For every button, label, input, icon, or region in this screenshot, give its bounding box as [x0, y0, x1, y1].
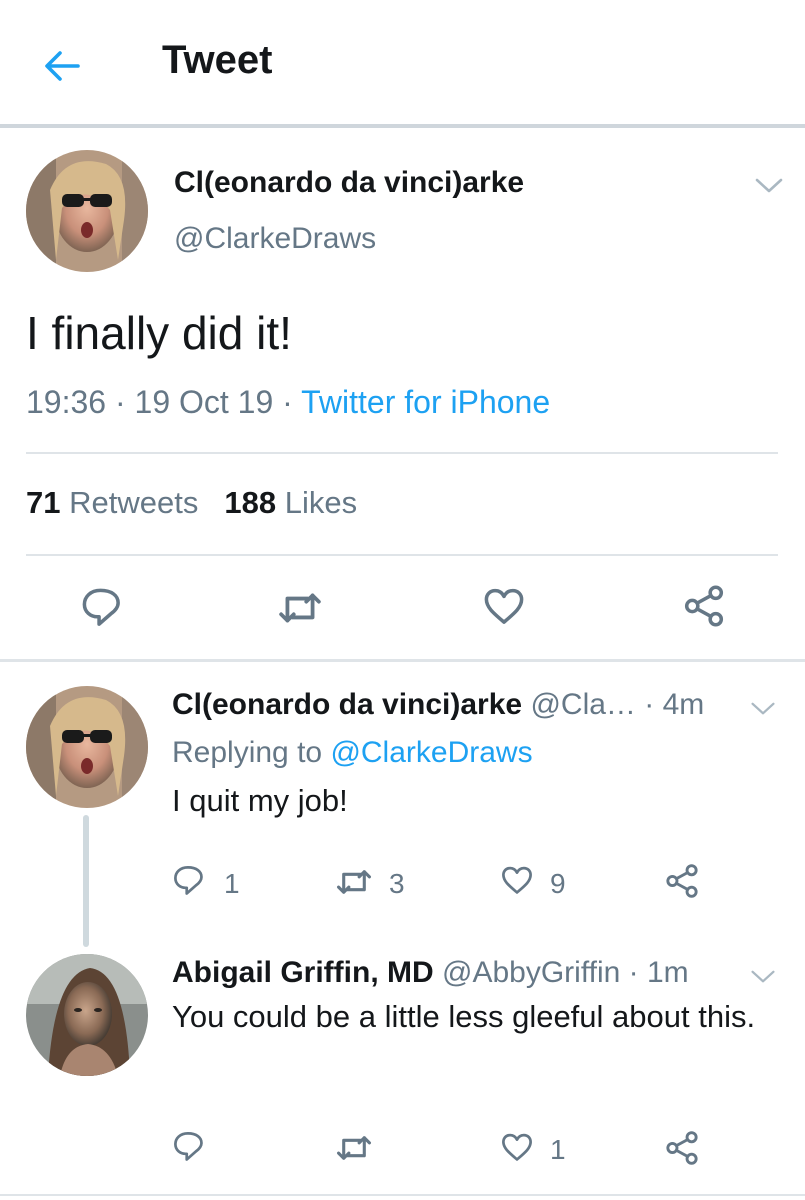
thread-connector: [83, 815, 89, 947]
like-button[interactable]: [482, 584, 526, 628]
reply-button[interactable]: [172, 864, 206, 898]
share-button[interactable]: [664, 863, 700, 899]
like-icon: [484, 588, 524, 624]
retweet-icon: [337, 870, 371, 894]
meta-separator: ·: [106, 384, 135, 420]
more-options-button[interactable]: [754, 176, 784, 196]
retweet-count: 3: [389, 868, 405, 899]
tweet-text: You could be a little less gleeful about…: [172, 999, 756, 1034]
back-arrow-icon: [45, 51, 80, 81]
share-icon: [684, 585, 724, 627]
tweet-text: I finally did it!: [26, 307, 292, 359]
reply-button[interactable]: [172, 1130, 206, 1164]
reply-header: Abigail Griffin, MD @AbbyGriffin · 1m: [172, 956, 689, 990]
header-divider: [0, 124, 805, 128]
like-count: 1: [550, 1134, 566, 1165]
section-divider: [0, 659, 805, 662]
retweet-icon: [337, 1136, 371, 1160]
share-icon: [666, 1131, 698, 1165]
like-count: 9: [550, 868, 566, 899]
avatar[interactable]: [26, 686, 148, 808]
more-options-button[interactable]: [750, 968, 780, 988]
share-icon: [666, 864, 698, 898]
meta-separator: ·: [273, 384, 302, 420]
tweet-text: I quit my job!: [172, 783, 348, 818]
avatar[interactable]: [26, 954, 148, 1076]
like-button[interactable]: [500, 1130, 534, 1164]
avatar-image: [26, 150, 148, 272]
author-handle[interactable]: @AbbyGriffin: [442, 956, 620, 989]
reply-button[interactable]: [80, 586, 124, 630]
like-count: 188: [224, 485, 277, 520]
tweet-time: 19:36: [26, 384, 107, 420]
reply-icon: [174, 1132, 203, 1161]
retweet-button[interactable]: [276, 586, 324, 630]
retweet-icon: [279, 593, 321, 623]
tweet-time: · 1m: [620, 956, 689, 989]
share-button[interactable]: [664, 1130, 700, 1166]
like-button[interactable]: [500, 863, 534, 897]
tweet-time: · 4m: [635, 688, 705, 721]
retweet-button[interactable]: [334, 864, 374, 900]
tweet-date: 19 Oct 19: [134, 384, 274, 420]
author-name[interactable]: Cl(eonardo da vinci)arke: [174, 166, 524, 200]
back-button[interactable]: [40, 42, 88, 90]
author-handle[interactable]: @ClarkeDraws: [174, 222, 376, 256]
author-handle[interactable]: @Cla…: [530, 688, 635, 721]
divider: [26, 554, 778, 556]
like-icon: [502, 1133, 532, 1161]
avatar[interactable]: [26, 150, 148, 272]
more-options-button[interactable]: [750, 700, 780, 720]
replying-to-label: Replying to: [172, 736, 331, 769]
avatar-image: [26, 686, 148, 808]
tweet-stats: 71 Retweets 188 Likes: [26, 485, 357, 521]
bottom-divider: [0, 1194, 805, 1196]
chevron-down-icon: [755, 178, 783, 193]
replying-to: Replying to @ClarkeDraws: [172, 736, 533, 770]
share-button[interactable]: [682, 584, 726, 628]
retweet-button[interactable]: [334, 1130, 374, 1166]
page-title: Tweet: [162, 38, 273, 82]
reply-header: Cl(eonardo da vinci)arke @Cla… · 4m: [172, 688, 704, 722]
retweets-link[interactable]: 71 Retweets: [26, 485, 198, 520]
author-name[interactable]: Abigail Griffin, MD: [172, 956, 434, 989]
avatar-image: [26, 954, 148, 1076]
tweet-source-link[interactable]: Twitter for iPhone: [301, 384, 550, 420]
author-name[interactable]: Cl(eonardo da vinci)arke: [172, 688, 522, 721]
reply-icon: [174, 866, 203, 895]
like-icon: [502, 866, 532, 894]
retweet-label: Retweets: [69, 485, 199, 520]
chevron-down-icon: [751, 970, 775, 983]
like-label: Likes: [284, 485, 358, 520]
divider: [26, 452, 778, 454]
likes-link[interactable]: 188 Likes: [224, 485, 357, 520]
reply-count: 1: [224, 868, 240, 899]
reply-icon: [82, 588, 120, 626]
retweet-count: 71: [26, 485, 61, 520]
tweet-meta: 19:36 · 19 Oct 19 · Twitter for iPhone: [26, 384, 550, 421]
app-header: Tweet: [0, 0, 805, 128]
mention-link[interactable]: @ClarkeDraws: [330, 736, 532, 769]
chevron-down-icon: [751, 702, 775, 715]
